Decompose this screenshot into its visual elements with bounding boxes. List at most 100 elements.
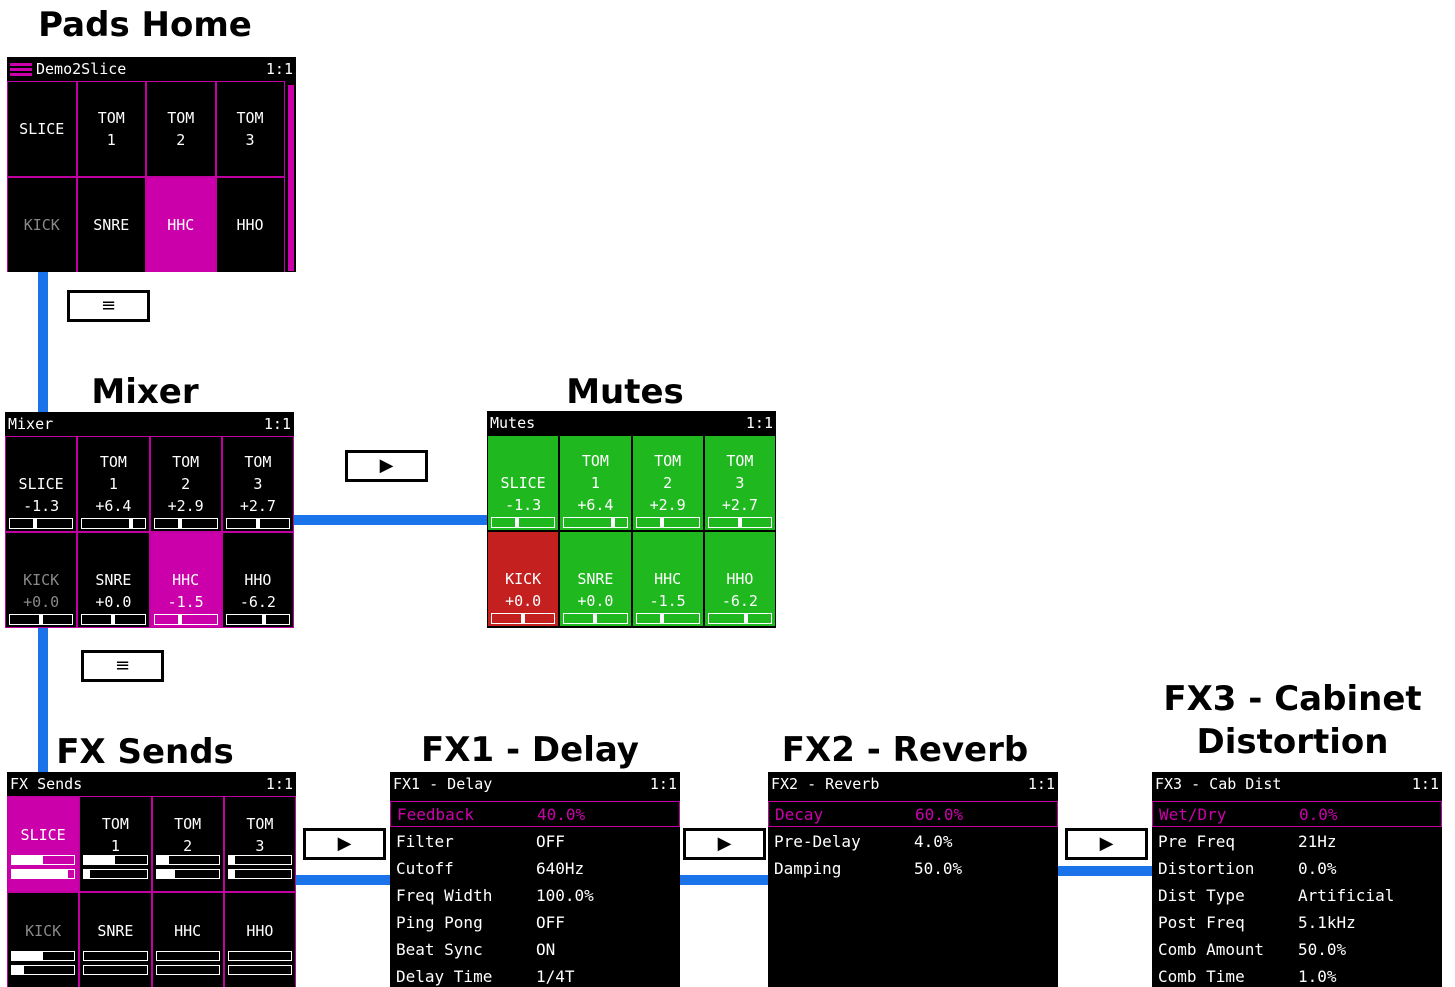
play-button[interactable]: ▶ [683,828,766,860]
level-meter[interactable] [491,613,556,624]
param-name: Feedback [397,804,475,824]
fx-send-fill [12,856,44,864]
pad[interactable]: TOM 3 [223,796,296,892]
pad[interactable]: HHC -1.5 [631,531,704,627]
pad[interactable]: SNRE +0.0 [559,531,632,627]
level-meter[interactable] [225,614,290,625]
play-button[interactable]: ▶ [345,450,428,482]
pad[interactable]: SNRE +0.0 [77,532,150,628]
param-row[interactable]: Freq Width 100.0% [390,882,680,908]
play-button[interactable]: ▶ [1065,828,1148,860]
fx-send-bar[interactable] [155,869,220,879]
pad[interactable]: SLICE -1.3 [5,436,78,532]
param-row[interactable]: Pre Freq 21Hz [1152,828,1442,854]
pad[interactable]: TOM 2 +2.9 [149,436,222,532]
param-row[interactable]: Decay 60.0% [768,801,1058,827]
pad[interactable]: KICK [7,892,80,987]
pad[interactable]: KICK [7,177,77,272]
param-value: 1.0% [1298,966,1337,986]
pad[interactable]: TOM 2 +2.9 [631,435,704,531]
param-row[interactable]: Pre-Delay 4.0% [768,828,1058,854]
param-row[interactable]: Wet/Dry 0.0% [1152,801,1442,827]
pad[interactable]: HHC [151,892,224,987]
pad[interactable]: HHO [215,177,285,272]
connector-fx2-to-fx3 [1058,866,1156,876]
level-meter[interactable] [81,614,146,625]
level-meter[interactable] [81,518,146,529]
level-meter[interactable] [563,517,628,528]
pad[interactable]: TOM 1 +6.4 [77,436,150,532]
play-button[interactable]: ▶ [303,828,386,860]
fx-send-bar[interactable] [227,965,292,975]
level-meter[interactable] [635,613,700,624]
param-row[interactable]: Delay Time 1/4T [390,963,680,987]
pad[interactable]: KICK +0.0 [5,532,78,628]
fx-send-bar[interactable] [83,855,148,865]
pad-label: TOM 3 [726,452,754,492]
param-row[interactable]: Dist Type Artificial [1152,882,1442,908]
param-value: 60.0% [915,804,964,824]
pad[interactable]: TOM 3 [215,81,285,177]
level-meter[interactable] [9,518,74,529]
pad[interactable]: TOM 3 +2.7 [221,436,294,532]
fx-send-bar[interactable] [155,951,220,961]
pad[interactable]: TOM 3 +2.7 [703,435,776,531]
fx-send-bar[interactable] [83,951,148,961]
param-row[interactable]: Comb Amount 50.0% [1152,936,1442,962]
level-meter[interactable] [225,518,290,529]
pad[interactable]: KICK +0.0 [487,531,560,627]
param-row[interactable]: Comb Time 1.0% [1152,963,1442,987]
level-meter[interactable] [153,518,218,529]
pad-level-value: +0.0 [95,593,132,611]
param-row[interactable]: Damping 50.0% [768,855,1058,881]
fx-send-bar[interactable] [83,869,148,879]
scrollbar[interactable] [288,85,294,271]
pad[interactable]: SNRE [76,177,146,272]
pad[interactable]: SLICE [7,81,77,177]
fx-send-bar[interactable] [83,965,148,975]
fx-send-bar[interactable] [155,855,220,865]
param-row[interactable]: Beat Sync ON [390,936,680,962]
level-meter[interactable] [153,614,218,625]
level-meter[interactable] [9,614,74,625]
pad[interactable]: TOM 1 +6.4 [559,435,632,531]
pad[interactable]: TOM 2 [146,81,216,177]
level-marker [33,519,38,528]
pad[interactable]: HHO -6.2 [221,532,294,628]
level-meter[interactable] [491,517,556,528]
pad-level-value: -1.5 [167,593,204,611]
fx-send-bar[interactable] [227,951,292,961]
param-row[interactable]: Filter OFF [390,828,680,854]
pad-level-value: -1.3 [23,497,60,515]
level-meter[interactable] [707,517,772,528]
fx-send-bar[interactable] [227,855,292,865]
level-meter[interactable] [707,613,772,624]
level-meter[interactable] [563,613,628,624]
pad[interactable]: HHC -1.5 [149,532,222,628]
menu-button[interactable]: ≡ [81,650,164,682]
fx3-title-line2: Distortion [1196,722,1389,762]
menu-button[interactable]: ≡ [67,290,150,322]
fx-send-bar[interactable] [155,965,220,975]
pad[interactable]: SNRE [79,892,152,987]
param-name: Ping Pong [396,912,483,932]
level-meter[interactable] [635,517,700,528]
pad[interactable]: HHC [146,177,216,272]
pad[interactable]: SLICE [7,796,80,892]
pad[interactable]: TOM 1 [76,81,146,177]
param-row[interactable]: Post Freq 5.1kHz [1152,909,1442,935]
pad[interactable]: TOM 2 [151,796,224,892]
pad[interactable]: HHO -6.2 [703,531,776,627]
fx-send-bar[interactable] [11,965,76,975]
pad[interactable]: HHO [223,892,296,987]
fx-send-bar[interactable] [227,869,292,879]
fx-send-bar[interactable] [11,951,76,961]
param-row[interactable]: Distortion 0.0% [1152,855,1442,881]
pad[interactable]: SLICE -1.3 [487,435,560,531]
param-row[interactable]: Ping Pong OFF [390,909,680,935]
fx-send-bar[interactable] [11,869,76,879]
param-row[interactable]: Feedback 40.0% [390,801,680,827]
fx-send-bar[interactable] [11,855,76,865]
pad[interactable]: TOM 1 [79,796,152,892]
param-row[interactable]: Cutoff 640Hz [390,855,680,881]
